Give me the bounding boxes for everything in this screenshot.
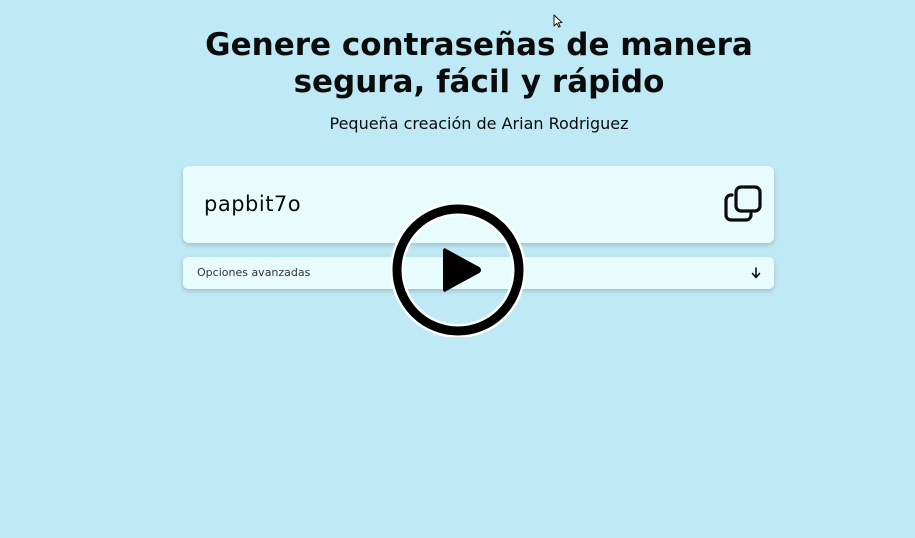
title-line-2: segura, fácil y rápido (293, 64, 665, 100)
generated-password[interactable]: papbit7o (204, 190, 301, 218)
play-icon (390, 202, 526, 338)
mouse-cursor-icon (553, 14, 563, 28)
title-line-1: Genere contraseñas de manera (205, 27, 753, 63)
page: Genere contraseñas de manera segura, fác… (0, 0, 915, 538)
play-button[interactable] (390, 202, 526, 338)
copy-button[interactable] (724, 185, 764, 223)
advanced-options-label: Opciones avanzadas (197, 266, 311, 279)
arrow-down-icon (751, 267, 761, 279)
page-title: Genere contraseñas de manera segura, fác… (0, 27, 915, 101)
copy-icon (724, 185, 762, 222)
page-subtitle: Pequeña creación de Arian Rodriguez (329, 114, 629, 133)
